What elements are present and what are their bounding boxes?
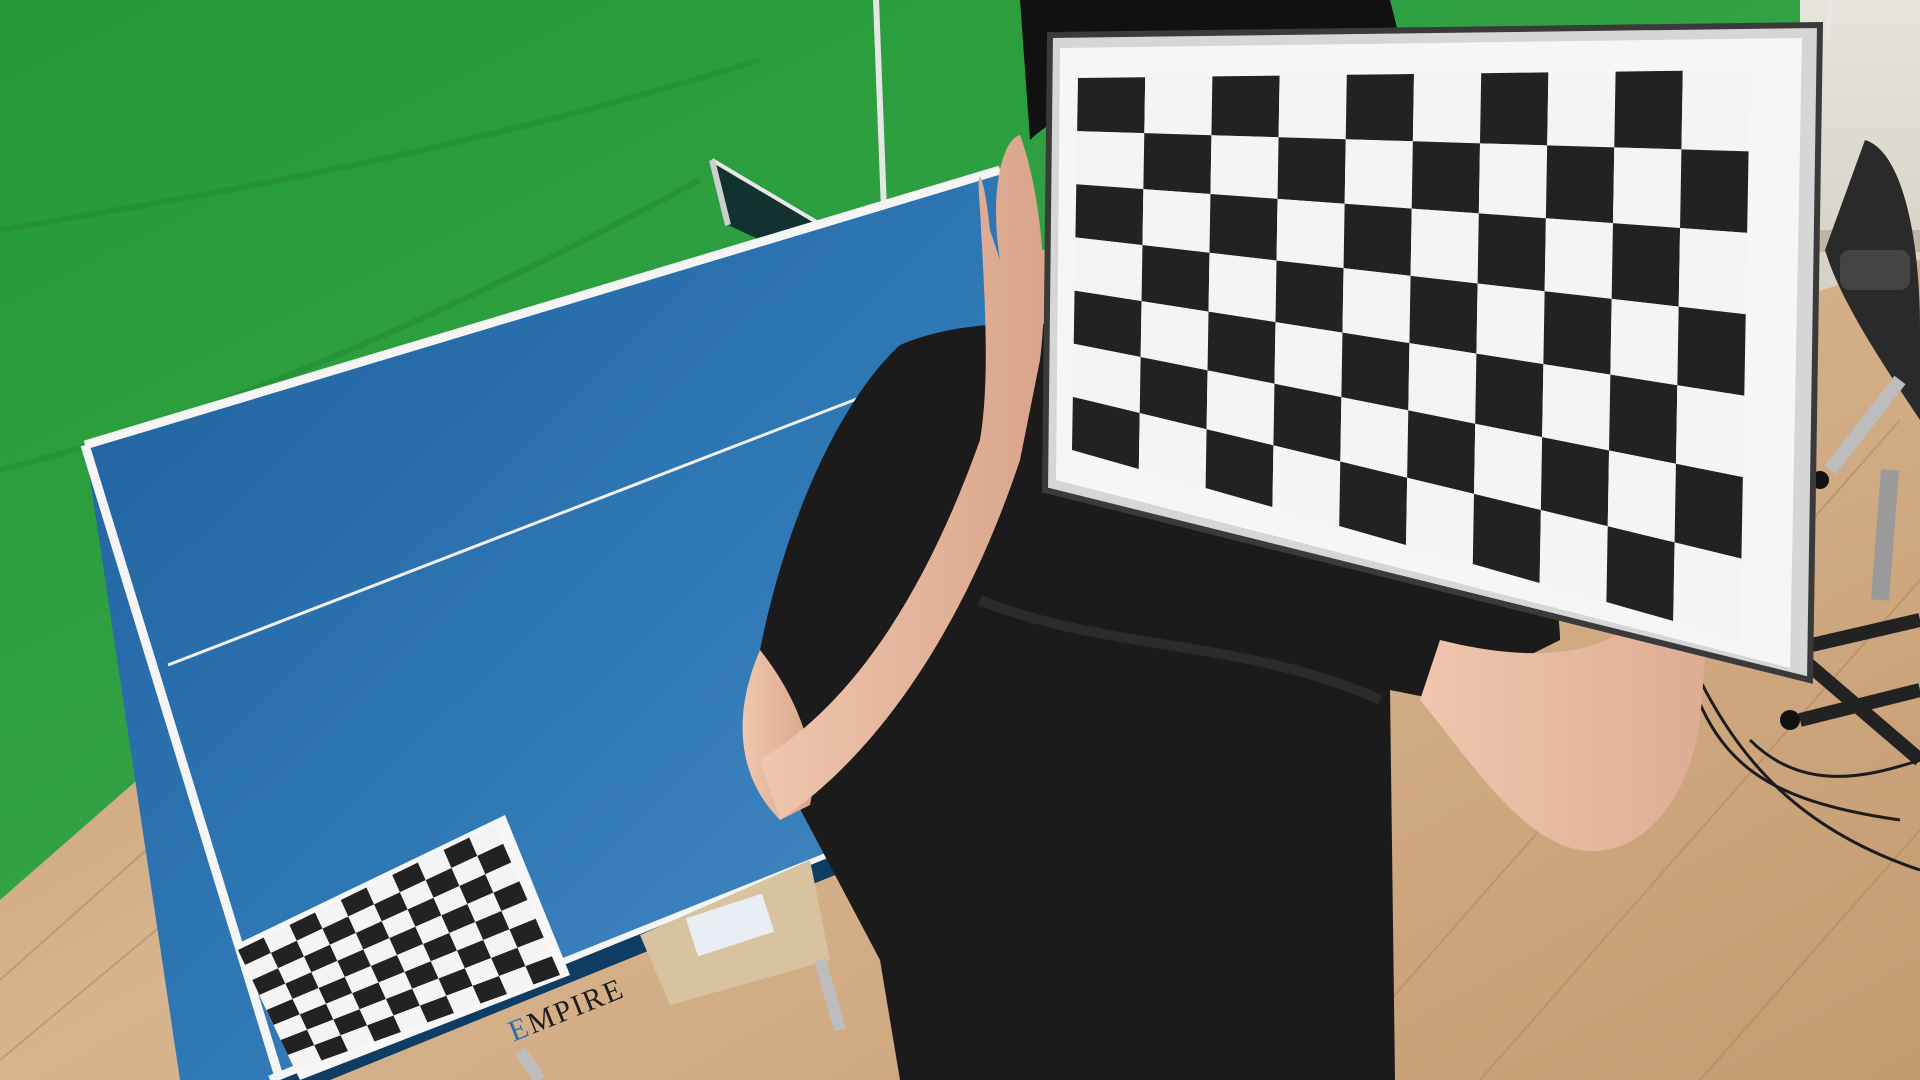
board-square (1075, 184, 1144, 246)
board-square (1543, 291, 1612, 375)
board-square (1614, 70, 1683, 150)
board-square (1612, 147, 1682, 228)
board-square (1276, 198, 1345, 269)
board-square (1411, 141, 1480, 214)
board-square (1343, 203, 1412, 276)
board-square (1476, 283, 1545, 365)
board-square (1341, 332, 1410, 411)
board-square (1547, 71, 1616, 148)
board-square (1610, 298, 1679, 386)
board-square (1609, 374, 1678, 464)
board-square (1410, 208, 1479, 284)
board-square (1277, 137, 1346, 204)
board-square (1210, 135, 1279, 199)
board-square (1678, 228, 1748, 315)
board-square (1074, 237, 1143, 302)
board-square (1674, 463, 1743, 559)
board-square (1143, 133, 1212, 194)
board-square (1077, 77, 1146, 134)
board-square (1342, 268, 1411, 344)
board-square (1680, 149, 1749, 233)
board-square (1475, 353, 1544, 438)
board-square (1478, 143, 1548, 219)
board-square (1144, 76, 1213, 136)
board-square (1480, 72, 1549, 146)
board-square (1545, 145, 1615, 224)
board-square (1681, 70, 1750, 152)
board-square (1412, 73, 1482, 144)
board-square (1542, 364, 1611, 451)
board-square (1611, 223, 1681, 307)
board-square (1076, 131, 1145, 190)
board-square (1675, 385, 1745, 478)
board-square (1409, 275, 1478, 354)
board-square (1142, 189, 1211, 253)
board-square (1208, 252, 1277, 323)
board-square (1607, 450, 1676, 543)
board-square (1344, 139, 1413, 209)
board-square (1544, 218, 1613, 299)
board-square (1275, 260, 1344, 333)
board-square (1209, 194, 1278, 261)
board-square (1211, 75, 1280, 138)
photo-scene: EMPIRE (0, 0, 1920, 1080)
board-square (1141, 245, 1210, 312)
board-square (1345, 74, 1414, 142)
board-square (1408, 343, 1477, 424)
board-square (1677, 306, 1746, 396)
backdrop-stand-pole-right (1825, 0, 1833, 41)
board-square (1477, 213, 1546, 292)
board-square (1278, 74, 1347, 140)
